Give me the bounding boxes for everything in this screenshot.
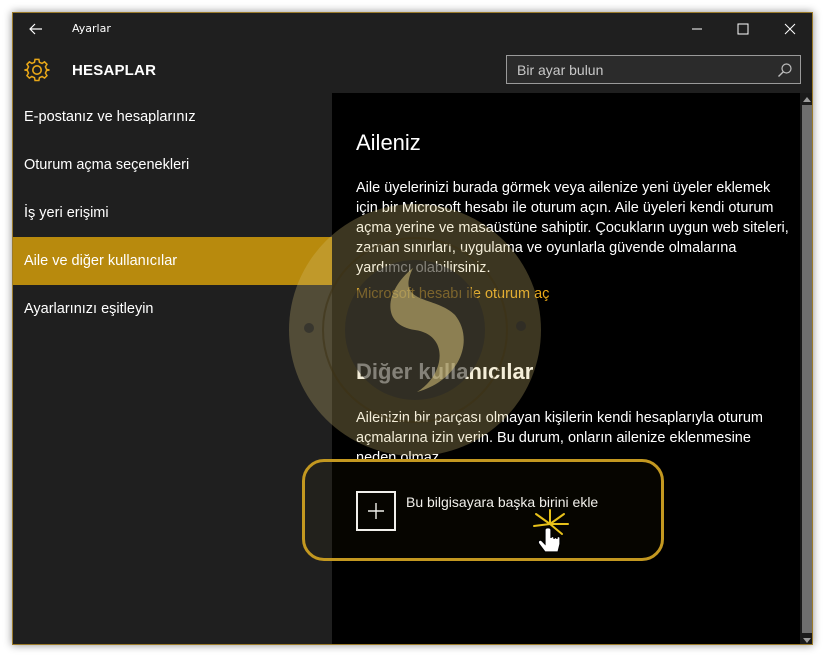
maximize-icon xyxy=(737,23,749,35)
sidebar-item-work-access[interactable]: İş yeri erişimi xyxy=(13,189,332,237)
close-icon xyxy=(784,23,796,35)
plus-icon xyxy=(356,491,396,531)
add-user-button[interactable]: Bu bilgisayara başka birini ekle xyxy=(356,491,598,539)
sidebar-item-label: Ayarlarınızı eşitleyin xyxy=(24,301,154,317)
sidebar-item-family-other-users[interactable]: Aile ve diğer kullanıcılar xyxy=(13,237,332,285)
family-heading: Aileniz xyxy=(356,130,421,155)
family-description: Aile üyelerinizi burada görmek veya aile… xyxy=(356,180,789,276)
scrollbar[interactable] xyxy=(800,93,812,644)
search-box[interactable] xyxy=(506,55,801,84)
app-title: Ayarlar xyxy=(72,22,111,35)
scroll-thumb[interactable] xyxy=(802,105,812,633)
scroll-up-arrow[interactable] xyxy=(800,93,812,105)
sidebar-item-label: E-postanız ve hesaplarınız xyxy=(24,109,196,125)
search-icon[interactable] xyxy=(777,62,793,78)
other-users-description: Ailenizin bir parçası olmayan kişilerin … xyxy=(356,410,763,466)
maximize-button[interactable] xyxy=(720,13,766,45)
sidebar-item-label: Oturum açma seçenekleri xyxy=(24,157,190,173)
back-arrow-icon xyxy=(29,23,42,35)
sidebar-item-sync-settings[interactable]: Ayarlarınızı eşitleyin xyxy=(13,285,332,333)
sidebar-item-label: İş yeri erişimi xyxy=(24,205,109,221)
back-button[interactable] xyxy=(13,13,59,45)
scroll-down-arrow[interactable] xyxy=(800,634,812,644)
add-user-label: Bu bilgisayara başka birini ekle xyxy=(406,494,599,510)
sidebar-item-email-accounts[interactable]: E-postanız ve hesaplarınız xyxy=(13,93,332,141)
minimize-icon xyxy=(692,28,702,30)
sidebar-item-label: Aile ve diğer kullanıcılar xyxy=(24,253,178,269)
title-bar: Ayarlar xyxy=(13,13,812,45)
sidebar-item-signin-options[interactable]: Oturum açma seçenekleri xyxy=(13,141,332,189)
section-title: HESAPLAR xyxy=(72,62,157,79)
sidebar: E-postanız ve hesaplarınız Oturum açma s… xyxy=(13,93,332,644)
minimize-button[interactable] xyxy=(674,13,720,45)
search-input[interactable] xyxy=(507,56,772,83)
gear-icon xyxy=(24,58,50,82)
settings-window: Ayarlar HESAPLAR Bir ayar bulun E-postan… xyxy=(12,12,813,645)
microsoft-signin-link[interactable]: Microsoft hesabı ile oturum aç xyxy=(356,286,549,302)
close-button[interactable] xyxy=(767,13,812,45)
main-content: Aileniz Aile üyelerinizi burada görmek v… xyxy=(332,93,800,644)
other-users-heading: Diğer kullanıcılar xyxy=(356,359,534,384)
